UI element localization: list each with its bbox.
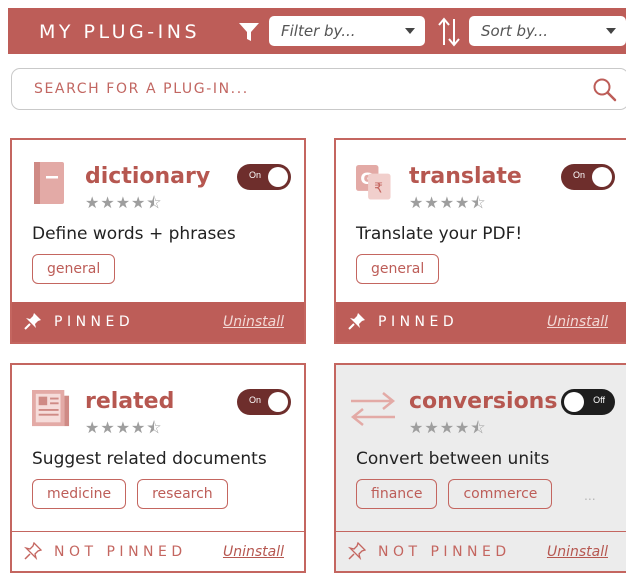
pin-outline-icon[interactable]: [24, 542, 42, 560]
pin-status: PINNED: [54, 314, 135, 330]
plugin-description: Suggest related documents: [32, 449, 267, 469]
rating-stars: ★★★★⯪: [85, 418, 163, 437]
sort-select[interactable]: Sort by...: [469, 16, 626, 46]
pin-icon[interactable]: [348, 312, 366, 330]
tag-chip[interactable]: finance: [356, 479, 438, 509]
toggle-knob: [268, 392, 288, 412]
plugin-name: related: [85, 389, 175, 414]
translate-icon: G ₹: [356, 165, 391, 200]
toggle-label: Off: [593, 395, 605, 405]
plugin-name: translate: [409, 164, 522, 189]
plugin-name: dictionary: [85, 164, 211, 189]
sort-select-value: Sort by...: [481, 22, 549, 40]
plugin-description: Translate your PDF!: [356, 224, 523, 244]
page-title: MY PLUG-INS: [39, 21, 200, 43]
svg-text:₹: ₹: [374, 181, 383, 197]
plugin-card-translate: G ₹ translate ★★★★⯪ On Translate your PD…: [334, 138, 626, 344]
swap-arrows-icon: [350, 392, 396, 426]
more-tags-ellipsis[interactable]: ...: [584, 487, 596, 503]
pin-status: NOT PINNED: [378, 544, 511, 560]
card-footer: PINNED Uninstall: [336, 302, 626, 342]
toggle-label: On: [249, 395, 262, 405]
toggle-knob: [592, 167, 612, 187]
search-input[interactable]: SEARCH FOR A PLUG-IN...: [34, 81, 249, 97]
book-icon: [34, 162, 64, 204]
plugin-card-conversions: conversions ★★★★⯪ Off Convert between un…: [334, 363, 626, 573]
toggle-label: On: [249, 170, 262, 180]
pin-outline-icon[interactable]: [348, 542, 366, 560]
card-footer: NOT PINNED Uninstall: [336, 531, 626, 571]
pin-icon[interactable]: [24, 312, 42, 330]
uninstall-link[interactable]: Uninstall: [223, 314, 284, 330]
toggle-knob: [564, 392, 584, 412]
tag-chip[interactable]: research: [137, 479, 228, 509]
rating-stars: ★★★★⯪: [409, 418, 487, 437]
chevron-down-icon: [405, 28, 415, 34]
filter-select-value: Filter by...: [281, 22, 356, 40]
header-bar: MY PLUG-INS Filter by... Sort by...: [8, 8, 626, 54]
rating-stars: ★★★★⯪: [85, 193, 163, 212]
sort-arrows-icon[interactable]: [436, 16, 462, 48]
uninstall-link[interactable]: Uninstall: [547, 314, 608, 330]
tag-chip[interactable]: general: [32, 254, 116, 284]
tag-chip[interactable]: general: [356, 254, 440, 284]
tag-list: medicine research: [32, 479, 228, 509]
enable-toggle[interactable]: On: [561, 164, 615, 190]
tag-list: general: [356, 254, 440, 284]
tag-chip[interactable]: medicine: [32, 479, 127, 509]
plugin-name: conversions: [409, 389, 558, 414]
chevron-down-icon: [606, 28, 616, 34]
rating-stars: ★★★★⯪: [409, 193, 487, 212]
tag-list: finance commerce: [356, 479, 553, 509]
filter-select[interactable]: Filter by...: [269, 16, 425, 46]
search-icon[interactable]: [592, 77, 618, 103]
search-bar[interactable]: SEARCH FOR A PLUG-IN...: [11, 68, 626, 110]
pin-status: NOT PINNED: [54, 544, 187, 560]
plugin-card-related: related ★★★★⯪ On Suggest related documen…: [10, 363, 306, 573]
uninstall-link[interactable]: Uninstall: [547, 544, 608, 560]
tag-list: general: [32, 254, 116, 284]
pin-status: PINNED: [378, 314, 459, 330]
enable-toggle[interactable]: Off: [561, 389, 615, 415]
card-footer: NOT PINNED Uninstall: [12, 531, 304, 571]
toggle-label: On: [573, 170, 586, 180]
card-footer: PINNED Uninstall: [12, 302, 304, 342]
funnel-icon[interactable]: [238, 21, 260, 43]
enable-toggle[interactable]: On: [237, 389, 291, 415]
plugin-card-dictionary: dictionary ★★★★⯪ On Define words + phras…: [10, 138, 306, 344]
toggle-knob: [268, 167, 288, 187]
plugin-description: Convert between units: [356, 449, 550, 469]
newspaper-icon: [32, 390, 70, 427]
uninstall-link[interactable]: Uninstall: [223, 544, 284, 560]
tag-chip[interactable]: commerce: [448, 479, 553, 509]
plugin-description: Define words + phrases: [32, 224, 236, 244]
enable-toggle[interactable]: On: [237, 164, 291, 190]
